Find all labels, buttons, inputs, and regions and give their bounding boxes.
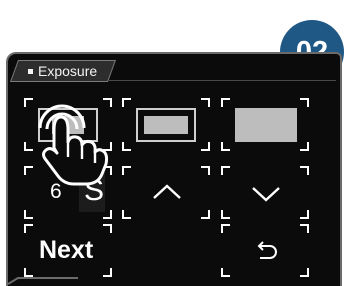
corner-bracket [103,224,112,233]
corner-bracket [300,98,309,107]
decrease-button[interactable] [221,166,309,219]
mode-thumb-fill [144,116,188,134]
corner-bracket [300,210,309,219]
corner-bracket [201,210,210,219]
corner-bracket [24,210,33,219]
panel-tab-label: Exposure [28,63,97,79]
corner-bracket [201,166,210,175]
next-button[interactable]: Next [24,224,112,277]
corner-bracket [103,268,112,277]
corner-bracket [122,166,131,175]
tap-hand-icon [38,104,109,186]
corner-bracket [201,98,210,107]
corner-bracket [300,268,309,277]
mode-full-frame-button[interactable] [221,98,309,151]
corner-bracket [300,142,309,151]
corner-bracket [300,166,309,175]
increase-button[interactable] [122,166,210,219]
back-button[interactable] [221,224,309,277]
corner-bracket [300,224,309,233]
mode-medium-frame-button[interactable] [122,98,210,151]
chevron-up-icon [153,184,181,199]
corner-bracket [122,98,131,107]
return-arrow-icon [257,241,277,259]
corner-bracket [201,142,210,151]
chevron-down-icon [252,187,280,202]
bullet-icon [28,68,33,74]
bottom-accent [8,277,78,285]
next-label: Next [39,236,94,264]
mode-thumb-fill [235,108,297,142]
corner-bracket [221,142,230,151]
corner-bracket [24,224,33,233]
corner-bracket [221,210,230,219]
tab-divider [108,80,336,81]
corner-bracket [221,166,230,175]
corner-bracket [221,268,230,277]
corner-bracket [221,224,230,233]
tab-title: Exposure [38,63,98,79]
corner-bracket [122,142,131,151]
corner-bracket [122,210,131,219]
corner-bracket [221,98,230,107]
